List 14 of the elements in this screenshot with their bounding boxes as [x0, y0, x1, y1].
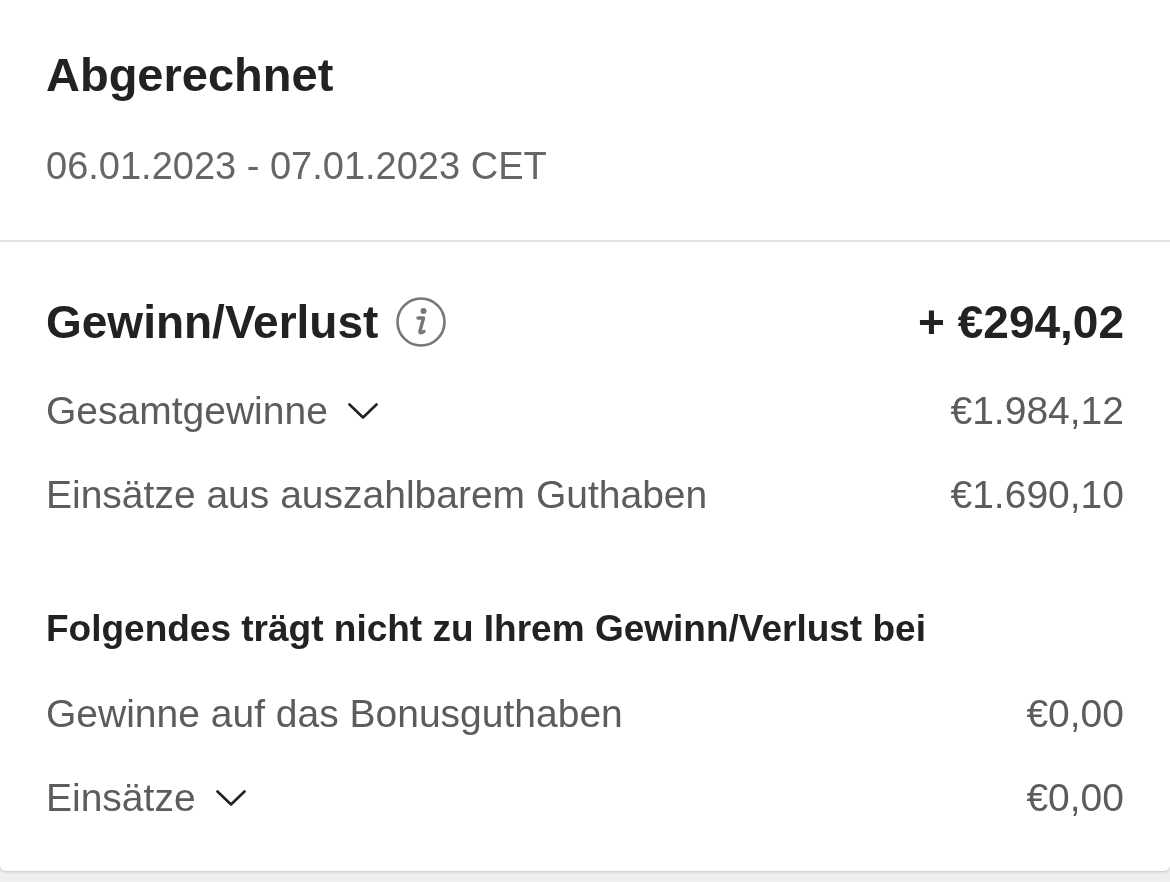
date-range: 06.01.2023 - 07.01.2023 CET	[46, 144, 547, 189]
expand-toggle[interactable]: Gesamtgewinne	[46, 388, 378, 434]
summary-label: Gewinn/Verlust	[46, 295, 379, 349]
row-label: Gewinne auf das Bonusguthaben	[46, 691, 623, 737]
section-heading: Folgendes trägt nicht zu Ihrem Gewinn/Verlust bei	[46, 607, 926, 651]
row-amount: €0,00	[1026, 691, 1124, 737]
row-amount: €1.690,10	[950, 472, 1124, 518]
summary-amount: + €294,02	[918, 295, 1124, 349]
expand-toggle[interactable]: Einsätze	[46, 775, 246, 821]
row-label: Einsätze aus auszahlbarem Guthaben	[46, 472, 708, 518]
info-icon[interactable]	[396, 297, 447, 347]
row-amount: €1.984,12	[950, 388, 1124, 434]
row-amount: €0,00	[1026, 775, 1124, 821]
card-title: Abgerechnet	[46, 48, 334, 102]
